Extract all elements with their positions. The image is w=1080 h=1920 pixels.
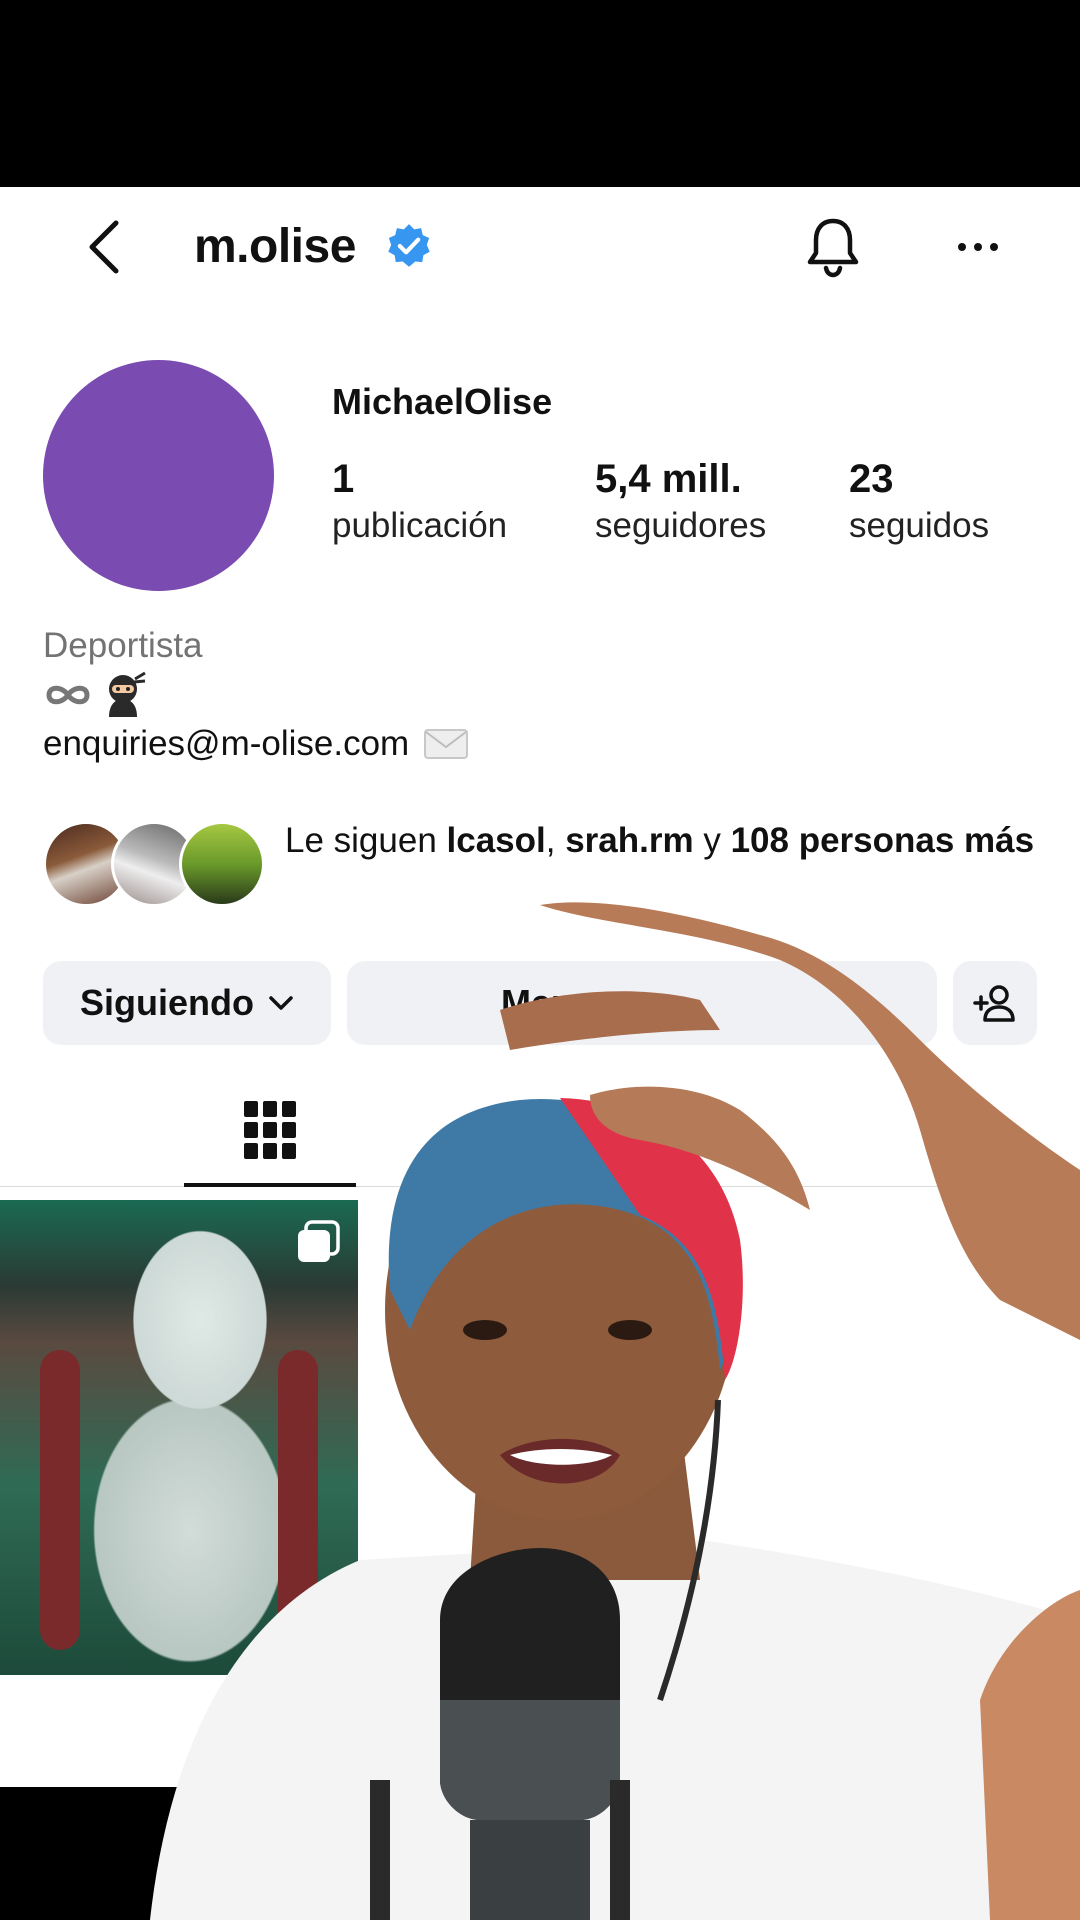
mutual-followers-avatars[interactable] bbox=[43, 821, 265, 907]
verified-badge-icon bbox=[388, 224, 430, 267]
chevron-down-icon bbox=[269, 996, 293, 1010]
mutual-avatar bbox=[179, 821, 265, 907]
add-person-icon bbox=[973, 985, 1015, 1022]
top-black-bar bbox=[0, 0, 1080, 187]
profile-display-name: MichaelOlise bbox=[332, 381, 553, 422]
jacket-sleeve-detail bbox=[40, 1350, 80, 1650]
bio-line bbox=[43, 671, 147, 719]
more-horizontal-icon bbox=[958, 243, 966, 251]
multiple-posts-icon bbox=[298, 1220, 340, 1262]
following-count-label: seguidos bbox=[849, 506, 990, 545]
posts-count[interactable]: 1 publicación bbox=[332, 455, 507, 549]
envelope-icon bbox=[424, 729, 469, 759]
more-horizontal-icon bbox=[990, 243, 998, 251]
grid-icon bbox=[244, 1101, 296, 1159]
post-thumbnail[interactable] bbox=[0, 1200, 358, 1675]
posts-count-value: 1 bbox=[332, 457, 355, 501]
message-button[interactable]: Mensa bbox=[347, 961, 937, 1045]
followed-by-prefix: Le siguen bbox=[285, 821, 447, 860]
followed-by-conjunction: y bbox=[693, 821, 731, 860]
bio-email-line[interactable]: enquiries@m-olise.com bbox=[43, 721, 469, 767]
message-button-label: Mensa bbox=[500, 982, 614, 1023]
followers-count-label: seguidores bbox=[595, 506, 767, 545]
ninja-icon bbox=[109, 671, 146, 717]
back-button[interactable] bbox=[78, 217, 128, 277]
profile-avatar[interactable] bbox=[43, 360, 274, 591]
tab-posts-grid[interactable] bbox=[184, 1077, 356, 1187]
followed-by-others: 108 personas más bbox=[730, 821, 1035, 860]
followers-count-value: 5,4 mill. bbox=[595, 457, 742, 501]
followed-by-user: lcasol bbox=[446, 821, 546, 860]
following-button[interactable]: Siguiendo bbox=[43, 961, 331, 1045]
profile-header: m.olise bbox=[0, 187, 1080, 307]
profile-tabs bbox=[0, 1077, 1080, 1187]
profile-screen: m.olise MichaelOlise 1 publicación 5,4 m… bbox=[0, 187, 1080, 1787]
following-count[interactable]: 23 seguidos bbox=[849, 455, 989, 549]
followers-count[interactable]: 5,4 mill. seguidores bbox=[595, 455, 766, 549]
followed-by-user: srah.rm bbox=[565, 821, 694, 860]
jacket-sleeve-detail bbox=[278, 1350, 318, 1650]
notifications-bell-button[interactable] bbox=[803, 215, 863, 279]
suggested-users-button[interactable] bbox=[953, 961, 1037, 1045]
followed-by-text[interactable]: Le siguen lcasol, srah.rm y 108 personas… bbox=[285, 817, 1045, 865]
chevron-left-icon bbox=[89, 220, 119, 274]
profile-category: Deportista bbox=[43, 626, 203, 665]
more-horizontal-icon bbox=[974, 243, 982, 251]
infinity-icon bbox=[46, 685, 90, 705]
more-options-button[interactable] bbox=[950, 217, 1006, 277]
profile-username: m.olise bbox=[194, 220, 356, 273]
bell-icon bbox=[807, 218, 859, 278]
posts-count-label: publicación bbox=[332, 506, 508, 545]
bio-email[interactable]: enquiries@m-olise.com bbox=[43, 721, 409, 767]
following-button-label: Siguiendo bbox=[80, 982, 254, 1023]
followed-by-separator: , bbox=[545, 821, 566, 860]
following-count-value: 23 bbox=[849, 457, 894, 501]
